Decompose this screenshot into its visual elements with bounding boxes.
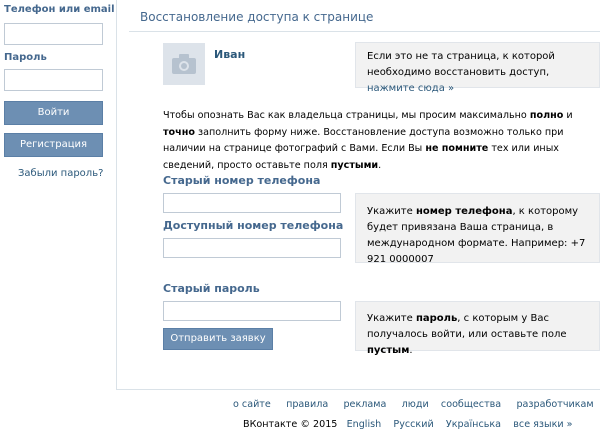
- phone-email-input[interactable]: [4, 23, 103, 45]
- lang-ukrainian[interactable]: Українська: [446, 419, 501, 430]
- panel-border-bottom: [116, 389, 600, 390]
- footer-link-communities[interactable]: сообщества: [441, 399, 501, 410]
- camera-icon: [172, 54, 196, 74]
- lang-english[interactable]: English: [347, 419, 382, 430]
- old-phone-input[interactable]: [163, 193, 341, 213]
- footer-links: о сайте правила реклама люди сообщества …: [233, 399, 594, 410]
- password-label: Пароль: [4, 52, 47, 63]
- panel-border: [116, 0, 117, 390]
- forgot-password-link[interactable]: Забыли пароль?: [18, 168, 103, 179]
- lang-all[interactable]: все языки »: [513, 419, 572, 430]
- login-button[interactable]: Войти: [4, 101, 103, 125]
- footer-link-people[interactable]: люди: [402, 399, 429, 410]
- title-divider: [129, 31, 600, 32]
- register-button[interactable]: Регистрация: [4, 133, 103, 157]
- old-password-label: Старый пароль: [163, 282, 260, 295]
- footer-link-ads[interactable]: реклама: [343, 399, 386, 410]
- phone-hint-box: Укажите номер телефона, к которому будет…: [355, 193, 600, 265]
- password-input[interactable]: [4, 69, 103, 91]
- not-your-page-box: Если это не та страница, к которой необх…: [355, 42, 600, 94]
- footer-brand: ВКонтакте © 2015: [243, 419, 338, 430]
- available-phone-label: Доступный номер телефона: [163, 219, 344, 232]
- footer-link-developers[interactable]: разработчикам: [516, 399, 593, 410]
- footer-link-about[interactable]: о сайте: [233, 399, 271, 410]
- page-title: Восстановление доступа к странице: [140, 10, 374, 24]
- user-name[interactable]: Иван: [214, 48, 245, 61]
- intro-text: Чтобы опознать Вас как владельца страниц…: [163, 110, 573, 171]
- available-phone-input[interactable]: [163, 238, 341, 258]
- not-your-page-text: Если это не та страница, к которой необх…: [367, 51, 555, 78]
- not-your-page-link[interactable]: нажмите сюда »: [367, 83, 454, 94]
- footer-bottom: ВКонтакте © 2015 English Русский Українс…: [243, 419, 573, 430]
- old-password-input[interactable]: [163, 301, 341, 321]
- password-hint-box: Укажите пароль, с которым у Вас получало…: [355, 301, 600, 356]
- lang-russian[interactable]: Русский: [393, 419, 433, 430]
- phone-email-label: Телефон или email: [4, 4, 115, 15]
- avatar[interactable]: [163, 43, 205, 85]
- footer-link-rules[interactable]: правила: [286, 399, 328, 410]
- old-phone-label: Старый номер телефона: [163, 174, 321, 187]
- submit-request-button[interactable]: Отправить заявку: [163, 328, 273, 350]
